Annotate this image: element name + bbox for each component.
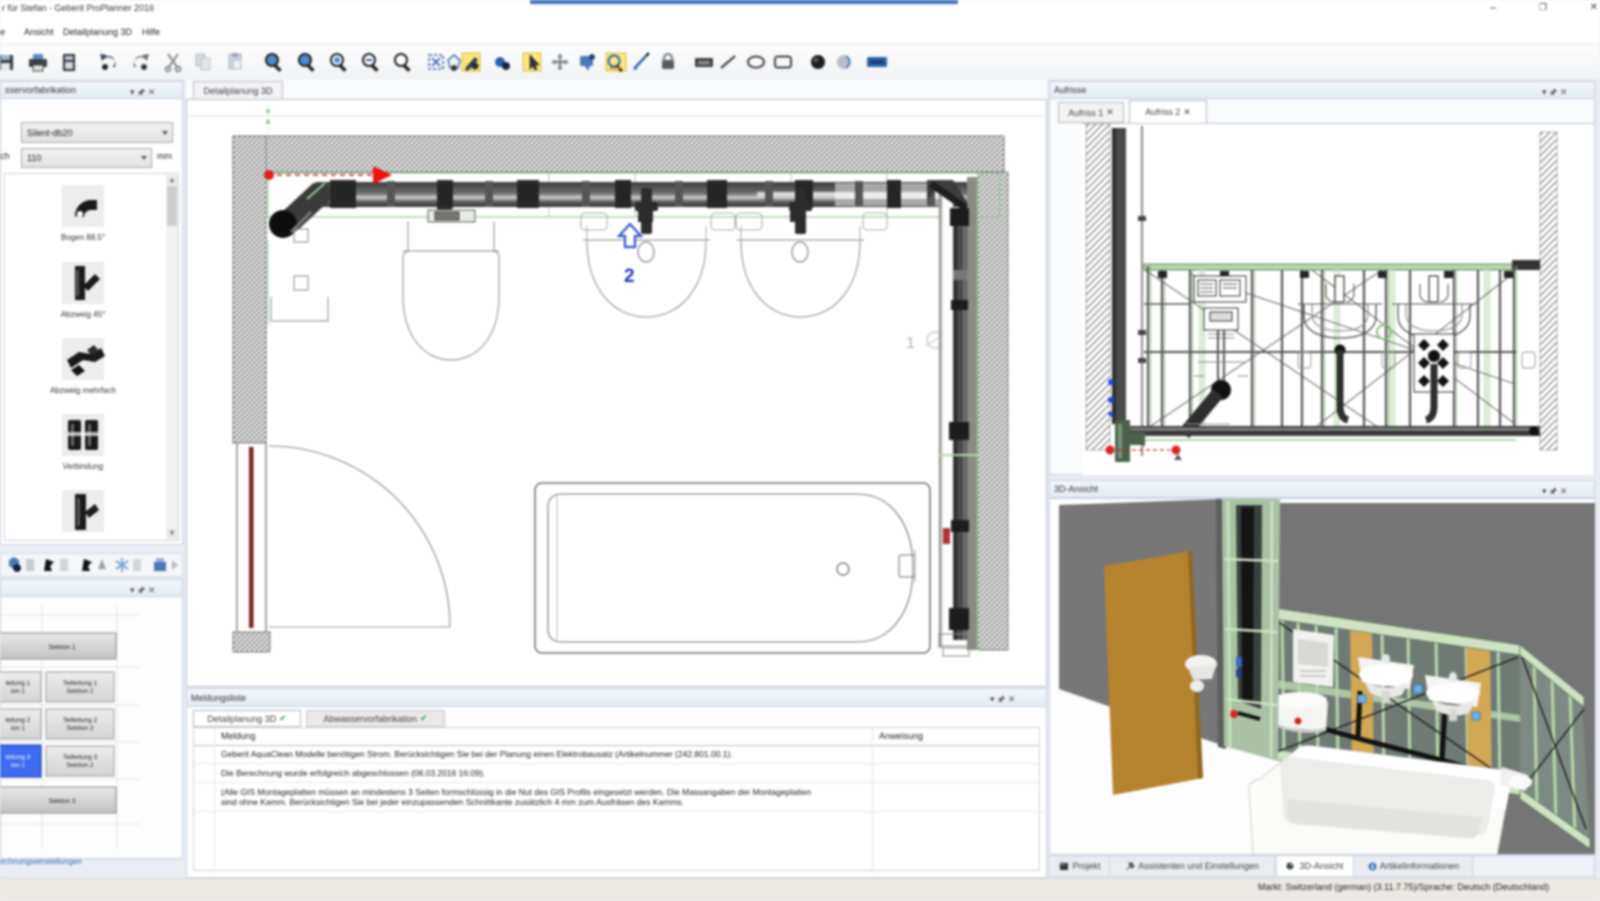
svg-text:ion 1: ion 1 [11, 725, 25, 732]
svg-text:Verbindung: Verbindung [63, 462, 103, 471]
svg-text:1: 1 [906, 335, 915, 352]
svg-text:Sektion 2: Sektion 2 [66, 688, 93, 695]
svg-text:leitung 1: leitung 1 [6, 680, 31, 687]
svg-text:Bogen 88.5°: Bogen 88.5° [61, 233, 105, 242]
svg-text:Sektion 3: Sektion 3 [48, 798, 75, 805]
svg-text:leitung 2: leitung 2 [6, 717, 31, 724]
svg-text:Teilleitung 1: Teilleitung 1 [63, 680, 98, 687]
svg-text:Sektion 1: Sektion 1 [48, 644, 75, 651]
svg-text:Teilleitung 3: Teilleitung 3 [63, 754, 98, 761]
svg-text:mm: mm [698, 60, 710, 67]
svg-text:2: 2 [624, 266, 635, 287]
svg-text:ion 1: ion 1 [11, 688, 25, 695]
svg-text:ion 1: ion 1 [11, 762, 25, 769]
svg-text:Sektion 2: Sektion 2 [66, 762, 93, 769]
svg-text:Abzweig 45°: Abzweig 45° [61, 310, 106, 319]
svg-text:leitung 3: leitung 3 [6, 754, 31, 761]
svg-text:Teilleitung 2: Teilleitung 2 [63, 717, 98, 724]
svg-text:Sektion 2: Sektion 2 [66, 725, 93, 732]
svg-text:Abzweig mehrfach: Abzweig mehrfach [50, 386, 116, 395]
